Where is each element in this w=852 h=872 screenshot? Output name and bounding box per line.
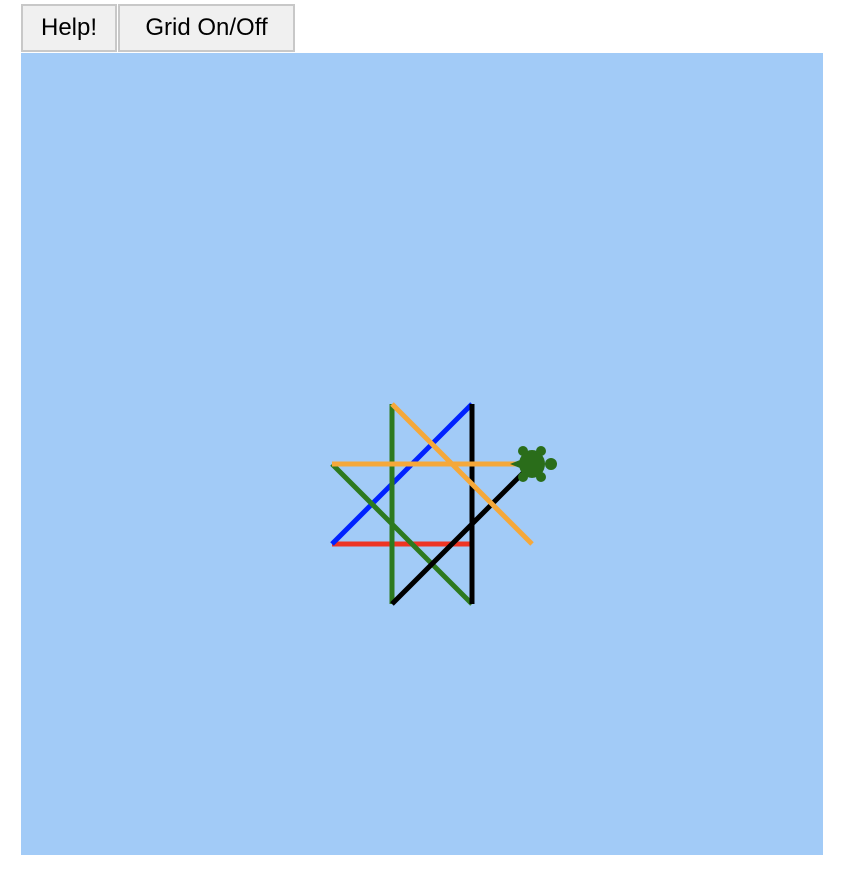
toolbar: Help! Grid On/Off bbox=[21, 4, 295, 52]
turtle-leg-front-left bbox=[536, 446, 546, 456]
help-button[interactable]: Help! bbox=[21, 4, 117, 52]
turtle-leg-back-left bbox=[518, 446, 528, 456]
turtle-leg-front-right bbox=[536, 472, 546, 482]
turtle-drawing bbox=[21, 53, 823, 855]
turtle-head bbox=[545, 458, 557, 470]
turtle-canvas[interactable] bbox=[21, 53, 823, 855]
grid-toggle-button[interactable]: Grid On/Off bbox=[118, 4, 295, 52]
turtle-leg-back-right bbox=[518, 472, 528, 482]
